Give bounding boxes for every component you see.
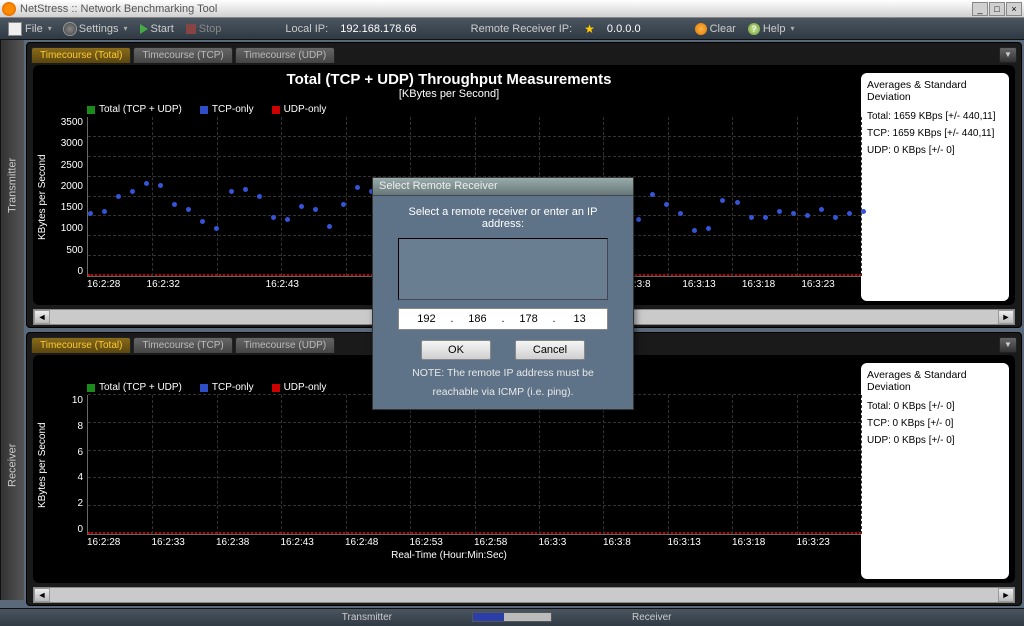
ip-octet-2[interactable] — [461, 313, 493, 325]
remote-ip-value[interactable]: 0.0.0.0 — [607, 23, 641, 35]
receiver-listbox[interactable] — [398, 238, 608, 300]
tx-stats-pane: Averages & Standard Deviation Total: 165… — [861, 73, 1009, 301]
rx-yaxis: 1086420 — [51, 395, 87, 535]
rx-stats-header: Averages & Standard Deviation — [867, 369, 1003, 393]
status-receiver: Receiver — [572, 610, 1024, 625]
tab-timecourse-tcp[interactable]: Timecourse (TCP) — [133, 47, 232, 63]
scroll-right-button[interactable]: ► — [998, 310, 1014, 324]
tx-stats-total: Total: 1659 KBps [+/- 440,11] — [867, 111, 1003, 122]
tx-chart-subtitle: [KBytes per Second] — [37, 88, 861, 100]
legend-total-swatch — [87, 384, 95, 392]
start-button[interactable]: Start — [140, 23, 174, 35]
clear-icon — [695, 23, 707, 35]
ok-button[interactable]: OK — [421, 340, 491, 360]
legend-total-swatch — [87, 106, 95, 114]
select-remote-receiver-dialog: Select Remote Receiver Select a remote r… — [372, 177, 634, 410]
stop-icon — [186, 24, 196, 34]
window-title: NetStress :: Network Benchmarking Tool — [20, 3, 972, 15]
status-progress — [452, 612, 572, 624]
rx-stats-pane: Averages & Standard Deviation Total: 0 K… — [861, 363, 1009, 579]
status-transmitter: Transmitter — [0, 610, 452, 625]
tx-yaxis: 3500300025002000150010005000 — [51, 117, 87, 277]
help-menu[interactable]: ?Help — [748, 23, 795, 35]
settings-menu[interactable]: Settings — [64, 23, 128, 35]
tx-stats-udp: UDP: 0 KBps [+/- 0] — [867, 145, 1003, 156]
rx-stats-total: Total: 0 KBps [+/- 0] — [867, 401, 1003, 412]
rx-stats-tcp: TCP: 0 KBps [+/- 0] — [867, 418, 1003, 429]
ip-octet-1[interactable] — [410, 313, 442, 325]
tab-rx-timecourse-udp[interactable]: Timecourse (UDP) — [235, 337, 335, 353]
rx-plot — [87, 395, 861, 535]
panel-menu-button[interactable]: ▼ — [999, 47, 1017, 63]
minimize-button[interactable]: _ — [972, 2, 988, 16]
rx-xaxis-label: Real-Time (Hour:Min:Sec) — [37, 548, 861, 561]
maximize-button[interactable]: □ — [989, 2, 1005, 16]
dialog-note1: NOTE: The remote IP address must be — [387, 366, 619, 381]
window-titlebar: NetStress :: Network Benchmarking Tool _… — [0, 0, 1024, 18]
tx-stats-header: Averages & Standard Deviation — [867, 79, 1003, 103]
status-bar: Transmitter Receiver — [0, 608, 1024, 626]
receiver-label: Receiver — [0, 330, 24, 600]
app-icon — [2, 2, 16, 16]
cancel-button[interactable]: Cancel — [515, 340, 585, 360]
ip-address-input[interactable]: . . . — [398, 308, 608, 330]
ip-octet-4[interactable] — [564, 313, 596, 325]
tab-rx-timecourse-total[interactable]: Timecourse (Total) — [31, 337, 131, 353]
tab-timecourse-total[interactable]: Timecourse (Total) — [31, 47, 131, 63]
toolbar: File Settings Start Stop Local IP: 192.1… — [0, 18, 1024, 40]
legend-tcp-swatch — [200, 106, 208, 114]
ip-octet-3[interactable] — [513, 313, 545, 325]
rx-hscrollbar[interactable]: ◄ ► — [33, 587, 1015, 603]
play-icon — [140, 24, 148, 34]
clear-button[interactable]: Clear — [695, 23, 736, 35]
close-button[interactable]: × — [1006, 2, 1022, 16]
dialog-title: Select Remote Receiver — [373, 178, 633, 196]
gear-icon — [64, 23, 76, 35]
tx-chart-title: Total (TCP + UDP) Throughput Measurement… — [37, 71, 861, 88]
tx-legend: Total (TCP + UDP) TCP-only UDP-only — [37, 100, 861, 117]
tab-rx-timecourse-tcp[interactable]: Timecourse (TCP) — [133, 337, 232, 353]
scroll-right-button[interactable]: ► — [998, 588, 1014, 602]
scroll-left-button[interactable]: ◄ — [34, 588, 50, 602]
star-icon: ★ — [584, 22, 595, 36]
tx-yaxis-label: KBytes per Second — [37, 117, 51, 277]
rx-xaxis: 16:2:2816:2:3316:2:3816:2:4316:2:4816:2:… — [37, 535, 861, 548]
file-menu[interactable]: File — [8, 22, 52, 36]
local-ip-value[interactable]: 192.168.178.66 — [340, 23, 416, 35]
tab-timecourse-udp[interactable]: Timecourse (UDP) — [235, 47, 335, 63]
file-icon — [8, 22, 22, 36]
scroll-left-button[interactable]: ◄ — [34, 310, 50, 324]
transmitter-label: Transmitter — [0, 40, 24, 330]
stop-button[interactable]: Stop — [186, 23, 222, 35]
legend-udp-swatch — [272, 106, 280, 114]
rx-yaxis-label: KBytes per Second — [37, 395, 51, 535]
local-ip-label: Local IP: — [285, 23, 328, 35]
legend-udp-swatch — [272, 384, 280, 392]
legend-tcp-swatch — [200, 384, 208, 392]
dialog-note2: reachable via ICMP (i.e. ping). — [387, 385, 619, 400]
help-icon: ? — [748, 23, 760, 35]
dialog-prompt: Select a remote receiver or enter an IP … — [387, 206, 619, 230]
remote-ip-label: Remote Receiver IP: — [471, 23, 572, 35]
rx-panel-menu-button[interactable]: ▼ — [999, 337, 1017, 353]
tx-stats-tcp: TCP: 1659 KBps [+/- 440,11] — [867, 128, 1003, 139]
rx-stats-udp: UDP: 0 KBps [+/- 0] — [867, 435, 1003, 446]
